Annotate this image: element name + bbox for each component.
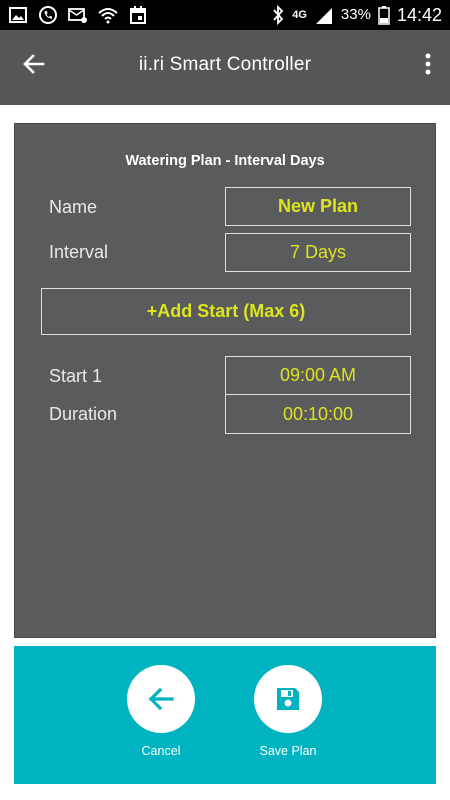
wifi-question-icon xyxy=(98,8,118,24)
start1-time-field[interactable]: 09:00 AM xyxy=(225,356,411,395)
app-bar: ii.ri Smart Controller xyxy=(0,30,450,105)
signal-icon xyxy=(315,8,332,24)
save-icon xyxy=(277,688,299,710)
mail-icon xyxy=(68,8,87,23)
duration-field[interactable]: 00:10:00 xyxy=(225,394,411,434)
status-bar: 4G 33% 14:42 xyxy=(0,0,450,30)
battery-percent: 33% xyxy=(340,6,371,23)
action-panel: Cancel Save Plan xyxy=(14,646,436,784)
arrow-left-icon xyxy=(148,687,174,711)
card-title: Watering Plan - Interval Days xyxy=(125,153,325,169)
name-label: Name xyxy=(49,197,98,217)
save-plan-label: Save Plan xyxy=(259,744,317,758)
watering-plan-card: Watering Plan - Interval Days Name New P… xyxy=(14,123,436,638)
cancel-button[interactable] xyxy=(127,665,195,733)
network-type: 4G xyxy=(292,8,307,21)
name-field[interactable]: New Plan xyxy=(225,187,411,226)
interval-field[interactable]: 7 Days xyxy=(225,233,411,272)
overflow-menu-button[interactable] xyxy=(416,44,440,84)
more-vert-icon xyxy=(425,53,431,75)
start1-label: Start 1 xyxy=(49,366,103,386)
save-plan-button[interactable] xyxy=(254,665,322,733)
clock: 14:42 xyxy=(396,5,442,25)
app-title: ii.ri Smart Controller xyxy=(138,54,312,75)
cancel-label: Cancel xyxy=(141,744,181,758)
status-bar-left-icons xyxy=(8,5,148,25)
battery-icon xyxy=(378,6,390,25)
gallery-icon xyxy=(9,7,27,23)
add-start-button[interactable]: +Add Start (Max 6) xyxy=(41,288,411,335)
bluetooth-icon xyxy=(273,5,284,25)
status-bar-right: 4G 33% 14:42 xyxy=(271,4,442,26)
interval-label: Interval xyxy=(49,242,109,262)
calendar-icon xyxy=(130,6,146,24)
phone-icon xyxy=(39,6,57,24)
duration-label: Duration xyxy=(49,404,118,424)
